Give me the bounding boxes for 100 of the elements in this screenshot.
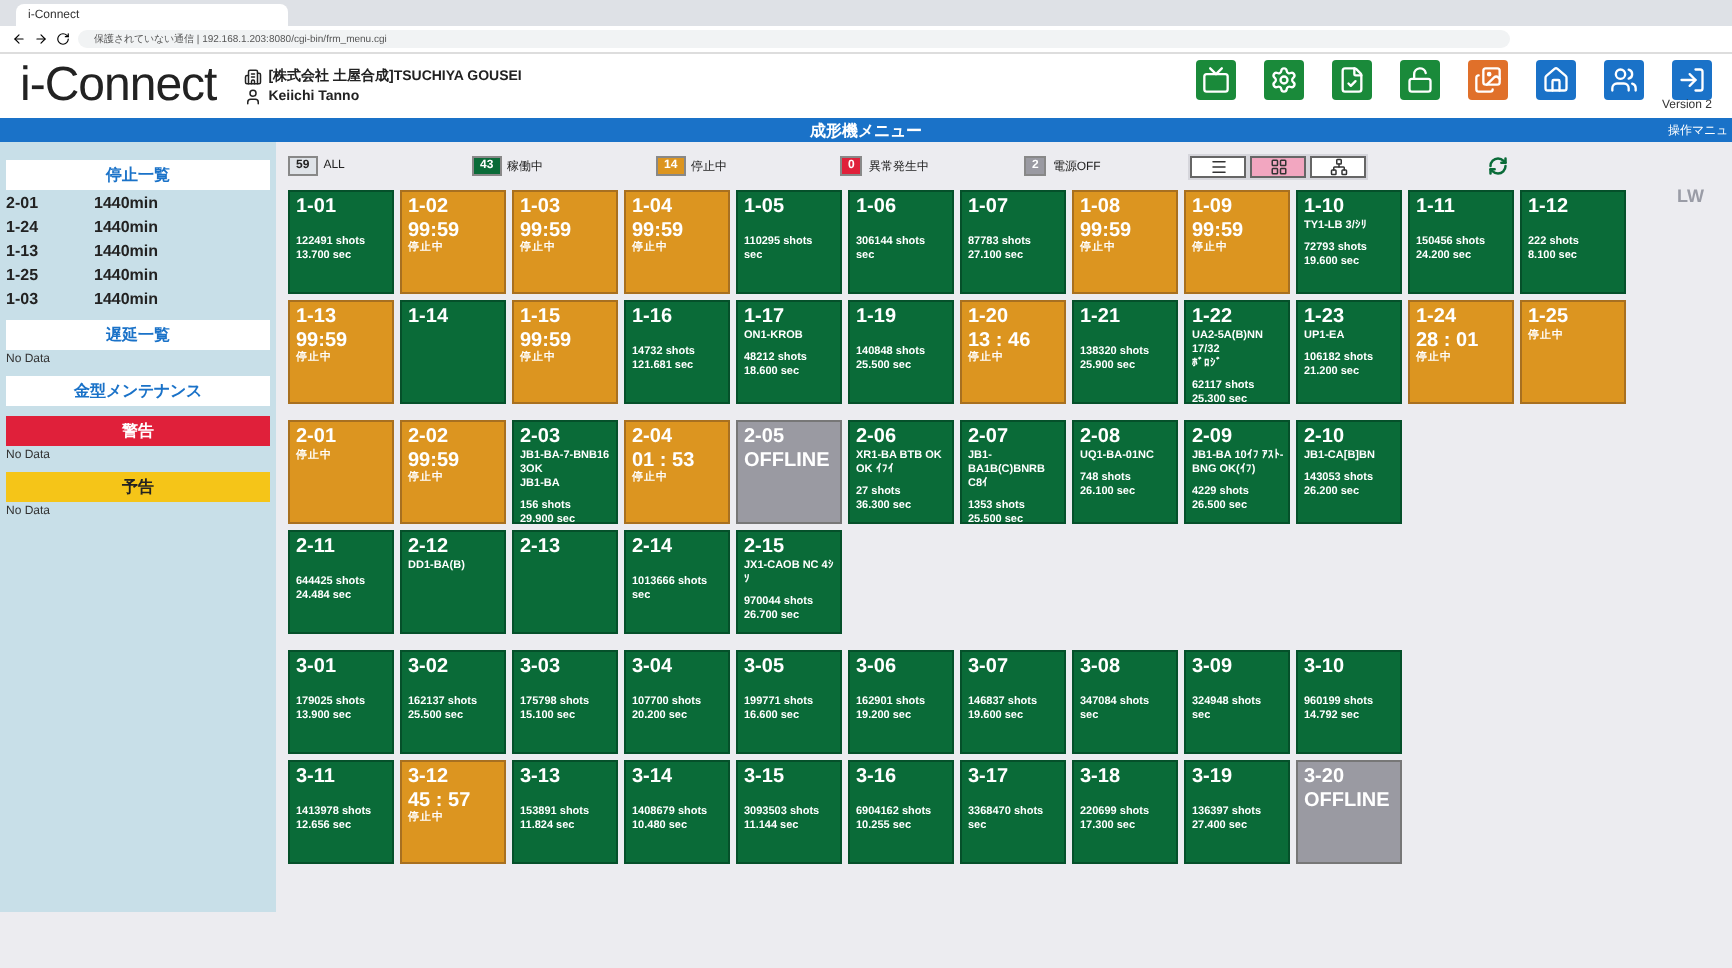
- machine-id: 3-06: [856, 656, 897, 680]
- alert-heading: 警告: [6, 416, 270, 446]
- section-heading: 遅延一覧: [6, 320, 270, 350]
- users-icon[interactable]: [1604, 60, 1644, 100]
- stop-time: 1440min: [94, 218, 159, 238]
- machine-id: 2-01: [296, 426, 337, 448]
- machine-id: 1-17: [744, 306, 785, 330]
- refresh-icon[interactable]: [1488, 156, 1508, 176]
- building-icon: [244, 67, 263, 85]
- offline-label: OFFLINE: [744, 450, 830, 472]
- machine-id: 3-16: [856, 766, 897, 790]
- user-icon: [244, 88, 263, 106]
- machine-id: 2-09: [1192, 426, 1233, 450]
- machine-id: 3-20: [1304, 766, 1345, 790]
- machine-tile[interactable]: 1-14: [400, 300, 506, 404]
- machine-id: 1-13: [6, 242, 41, 262]
- forward-icon[interactable]: [34, 32, 48, 46]
- page-title: 成形機メニュー: [810, 119, 922, 141]
- machine-id: 1-07: [968, 196, 1009, 220]
- machine-id: 2-04: [632, 426, 673, 450]
- stop-timer: 45 : 57: [408, 790, 471, 812]
- machine-id: 1-16: [632, 306, 673, 330]
- machine-id: 1-24: [1416, 306, 1457, 330]
- machine-id: 3-05: [744, 656, 785, 680]
- machine-id: 2-07: [968, 426, 1009, 450]
- machine-id: 1-25: [6, 266, 41, 286]
- machine-id: 2-05: [744, 426, 785, 450]
- machine-id: 3-17: [968, 766, 1009, 790]
- machine-id: 3-08: [1080, 656, 1121, 680]
- machine-id: 2-10: [1304, 426, 1345, 450]
- machine-id: 1-14: [408, 306, 449, 330]
- machine-id: 3-10: [1304, 656, 1345, 680]
- alert-heading: 予告: [6, 472, 270, 502]
- machine-id: 1-15: [520, 306, 561, 330]
- machine-id: 1-10: [1304, 196, 1345, 220]
- stop-time: 1440min: [94, 194, 159, 214]
- stop-timer: 99:59: [1192, 220, 1244, 242]
- machine-id: 2-15: [744, 536, 785, 560]
- machine-id: 3-01: [296, 656, 337, 680]
- machine-id: 1-03: [6, 290, 41, 310]
- machine-id: 3-04: [632, 656, 673, 680]
- machine-id: 1-03: [520, 196, 561, 220]
- machine-id: 1-23: [1304, 306, 1345, 330]
- machine-id: 3-13: [520, 766, 561, 790]
- machine-id: 1-19: [856, 306, 897, 330]
- back-icon[interactable]: [12, 32, 26, 46]
- machine-id: 1-21: [1080, 306, 1121, 330]
- stop-time: 1440min: [94, 242, 159, 262]
- machine-id: 3-14: [632, 766, 673, 790]
- images-icon[interactable]: [1468, 60, 1508, 100]
- machine-id: 1-11: [1416, 196, 1455, 220]
- machine-id: 2-08: [1080, 426, 1121, 450]
- machine-id: 1-25: [1528, 306, 1569, 328]
- machine-id: 2-11: [296, 536, 335, 560]
- list-view-icon[interactable]: [1190, 155, 1246, 177]
- machine-id: 2-13: [520, 536, 561, 560]
- machine-id: 1-06: [856, 196, 897, 220]
- machine-id: 1-02: [408, 196, 449, 220]
- machine-id: 2-14: [632, 536, 673, 560]
- machine-id: 1-01: [296, 196, 337, 220]
- machine-id: 2-02: [408, 426, 449, 450]
- layout-view-icon[interactable]: [1310, 155, 1366, 177]
- stop-timer: 99:59: [1080, 220, 1132, 242]
- side-mark: LW: [1677, 186, 1704, 206]
- stop-timer: 13 : 46: [968, 330, 1031, 352]
- home-icon[interactable]: [1536, 60, 1576, 100]
- document-check-icon[interactable]: [1332, 60, 1372, 100]
- stop-timer: 99:59: [520, 330, 572, 352]
- machine-id: 3-07: [968, 656, 1009, 680]
- settings-icon[interactable]: [1264, 60, 1304, 100]
- tile-view-icon[interactable]: [1250, 155, 1306, 177]
- stop-timer: 01 : 53: [632, 450, 695, 472]
- machine-id: 2-03: [520, 426, 561, 450]
- stop-timer: 99:59: [408, 450, 460, 472]
- machine-id: 1-04: [632, 196, 673, 220]
- machine-id: 3-09: [1192, 656, 1233, 680]
- stop-timer: 99:59: [632, 220, 684, 242]
- section-heading: 停止一覧: [6, 160, 270, 190]
- machine-id: 2-01: [6, 194, 41, 214]
- machine-id: 2-12: [408, 536, 449, 560]
- machine-id: 3-11: [296, 766, 335, 790]
- machine-id: 1-13: [296, 306, 337, 330]
- offline-label: OFFLINE: [1304, 790, 1390, 812]
- reload-icon[interactable]: [56, 32, 70, 46]
- machine-id: 3-03: [520, 656, 561, 680]
- machine-id: 1-05: [744, 196, 785, 220]
- login-icon[interactable]: [1672, 60, 1712, 100]
- machine-tile[interactable]: 2-13: [512, 530, 618, 634]
- machine-id: 1-09: [1192, 196, 1233, 220]
- machine-id: 1-22: [1192, 306, 1233, 330]
- stop-timer: 28 : 01: [1416, 330, 1479, 352]
- machine-id: 3-12: [408, 766, 449, 790]
- machine-id: 2-06: [856, 426, 897, 450]
- tv-icon[interactable]: [1196, 60, 1236, 100]
- unlock-icon[interactable]: [1400, 60, 1440, 100]
- stop-time: 1440min: [94, 290, 159, 310]
- section-heading: 金型メンテナンス: [6, 376, 270, 406]
- stop-timer: 99:59: [408, 220, 460, 242]
- logo-text: i-Connect: [20, 58, 217, 114]
- machine-id: 1-12: [1528, 196, 1569, 220]
